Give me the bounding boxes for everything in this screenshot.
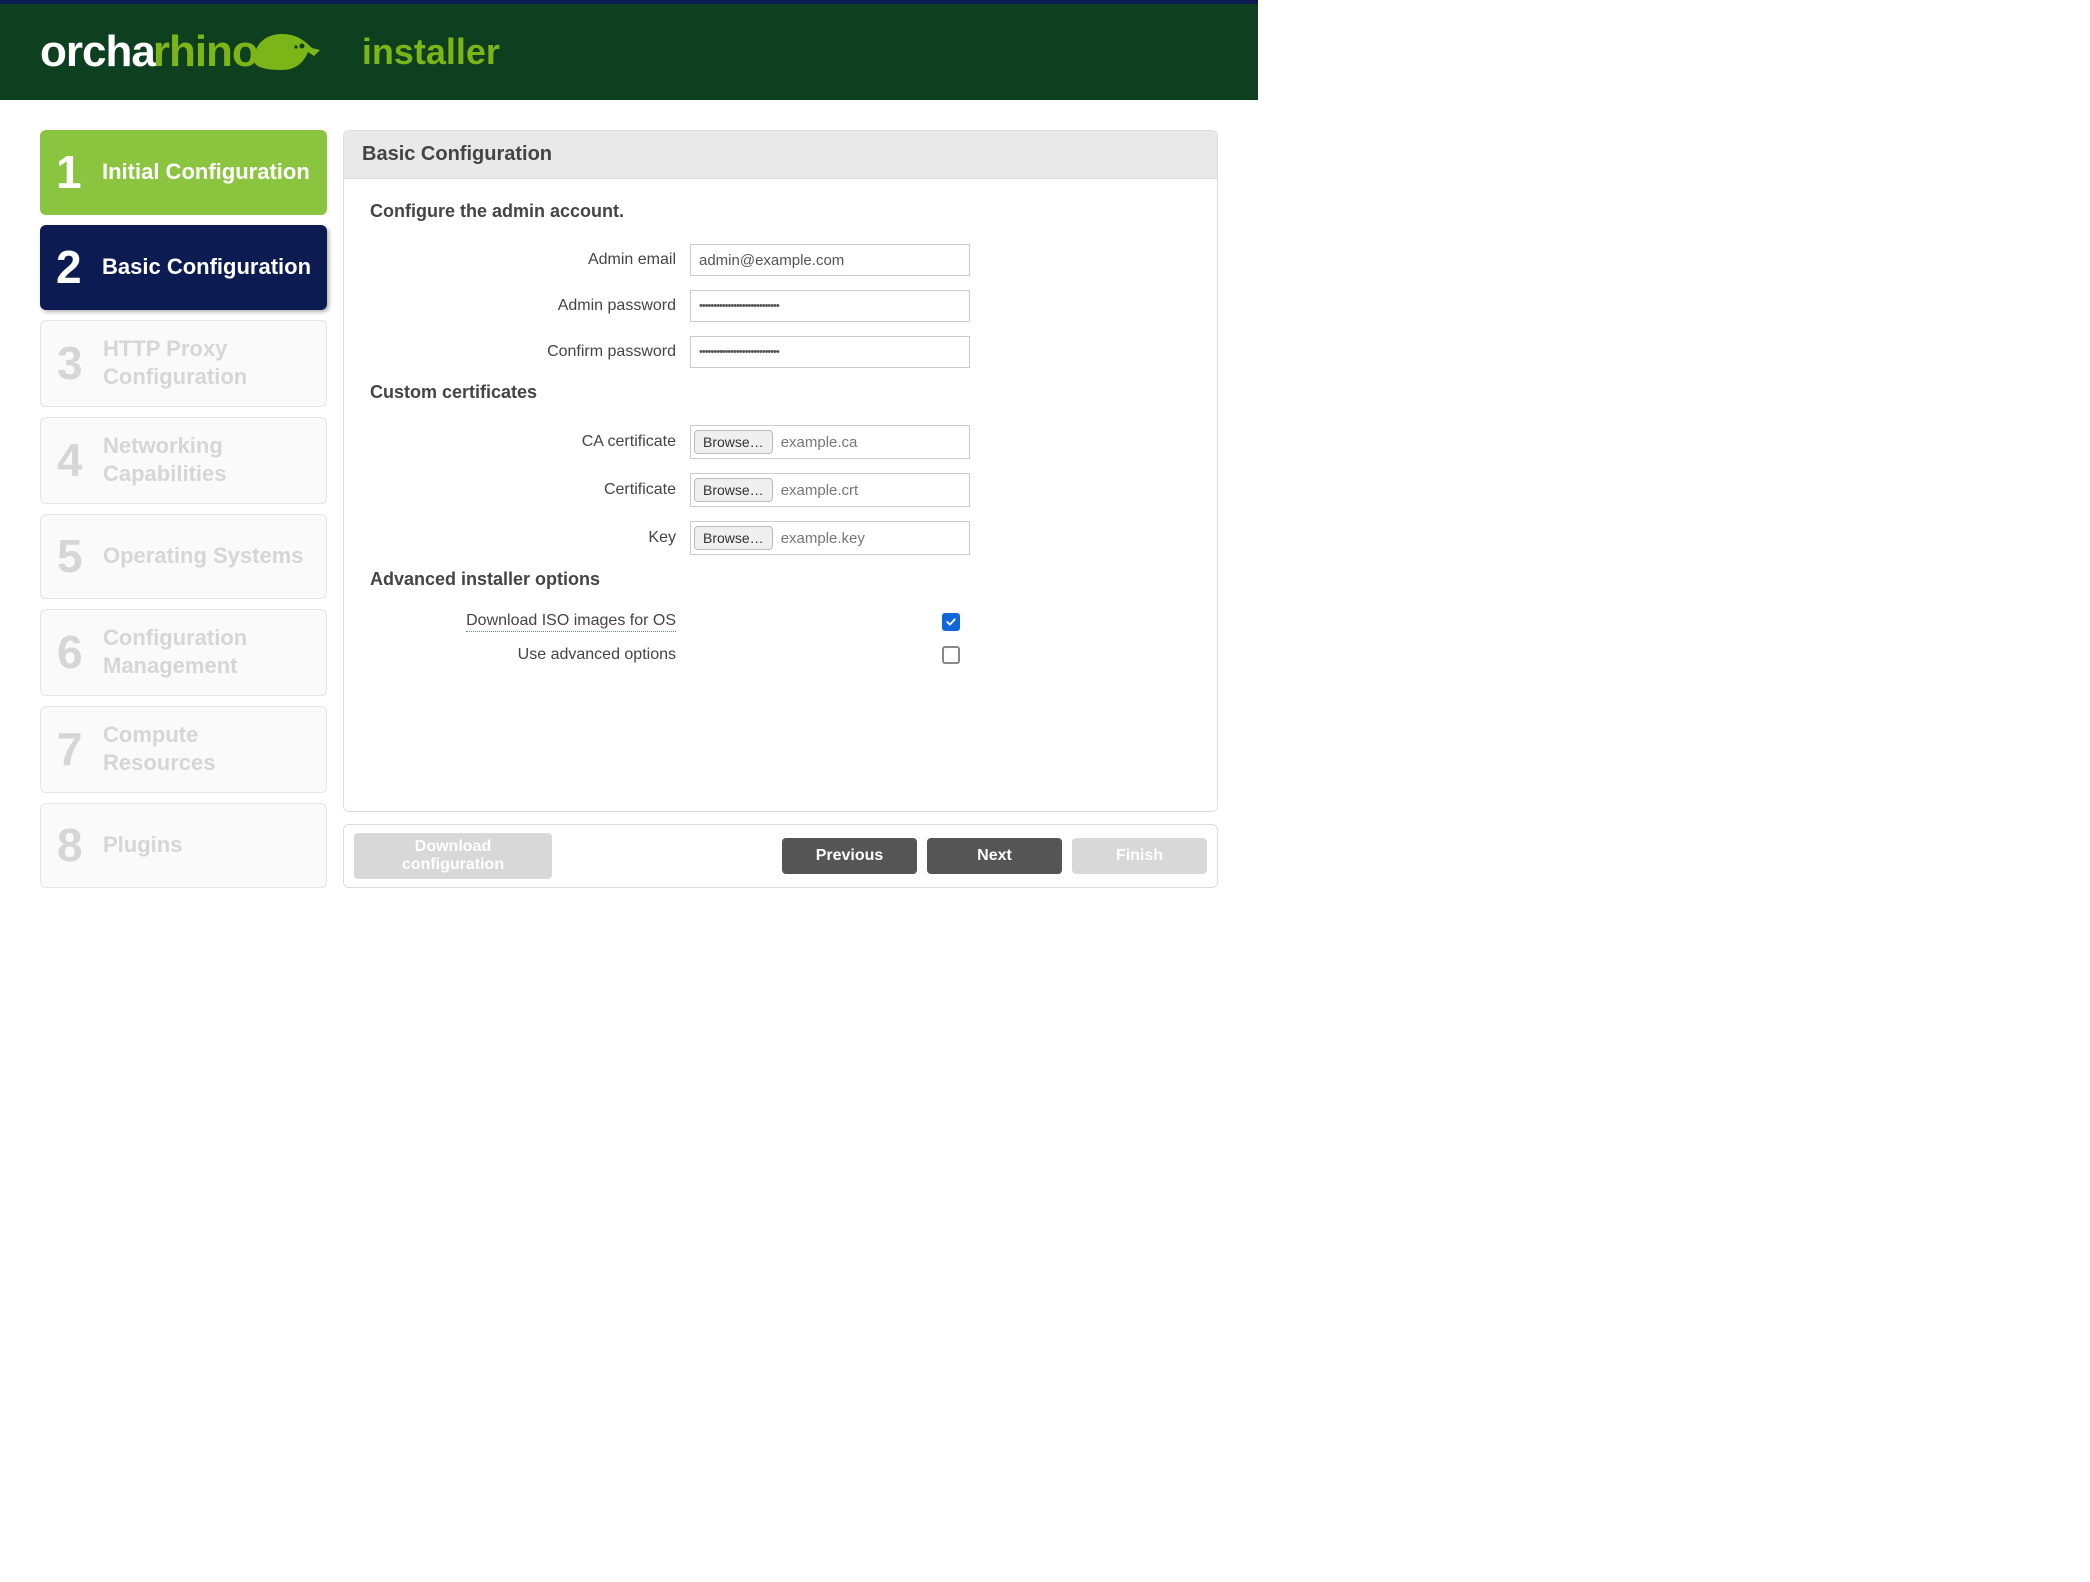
footer-bar: Download configuration Previous Next Fin… xyxy=(343,824,1218,888)
step-number: 4 xyxy=(57,437,91,483)
cert-section-title: Custom certificates xyxy=(370,382,1191,403)
brand-part1: orcha xyxy=(40,27,155,77)
step-1-initial-configuration[interactable]: 1 Initial Configuration xyxy=(40,130,327,215)
panel-title: Basic Configuration xyxy=(344,131,1217,179)
key-file-name: example.key xyxy=(781,530,865,547)
brand-part2: rhino xyxy=(153,27,258,77)
step-4-networking-capabilities[interactable]: 4 Networking Capabilities xyxy=(40,417,327,504)
ca-certificate-file-name: example.ca xyxy=(781,434,858,451)
browse-button[interactable]: Browse… xyxy=(694,430,773,454)
admin-section-title: Configure the admin account. xyxy=(370,201,1191,222)
ca-certificate-label: CA certificate xyxy=(370,433,690,451)
certificate-file-name: example.crt xyxy=(781,482,859,499)
admin-email-label: Admin email xyxy=(370,251,690,269)
step-2-basic-configuration[interactable]: 2 Basic Configuration xyxy=(40,225,327,310)
step-number: 5 xyxy=(57,533,91,579)
logo: orcharhino installer xyxy=(40,27,500,77)
use-advanced-checkbox[interactable] xyxy=(942,646,960,664)
step-label: HTTP Proxy Configuration xyxy=(103,335,310,390)
key-label: Key xyxy=(370,529,690,547)
step-label: Configuration Management xyxy=(103,624,310,679)
step-label: Initial Configuration xyxy=(102,158,310,186)
admin-password-input[interactable] xyxy=(690,290,970,322)
step-number: 2 xyxy=(56,244,90,290)
step-6-configuration-management[interactable]: 6 Configuration Management xyxy=(40,609,327,696)
step-number: 7 xyxy=(57,726,91,772)
step-7-compute-resources[interactable]: 7 Compute Resources xyxy=(40,706,327,793)
step-label: Plugins xyxy=(103,831,182,859)
previous-button[interactable]: Previous xyxy=(782,838,917,874)
installer-label: installer xyxy=(362,31,500,73)
rhino-icon xyxy=(252,30,322,74)
confirm-password-label: Confirm password xyxy=(370,343,690,361)
download-configuration-button[interactable]: Download configuration xyxy=(354,833,552,879)
step-label: Basic Configuration xyxy=(102,253,311,281)
header-bar: orcharhino installer xyxy=(0,4,1258,100)
download-iso-checkbox[interactable] xyxy=(942,613,960,631)
use-advanced-label: Use advanced options xyxy=(370,646,690,664)
step-number: 1 xyxy=(56,149,90,195)
download-iso-label[interactable]: Download ISO images for OS xyxy=(466,612,676,632)
step-number: 8 xyxy=(57,822,91,868)
browse-button[interactable]: Browse… xyxy=(694,478,773,502)
step-8-plugins[interactable]: 8 Plugins xyxy=(40,803,327,888)
main-panel: Basic Configuration Configure the admin … xyxy=(343,130,1218,812)
step-label: Networking Capabilities xyxy=(103,432,310,487)
next-button[interactable]: Next xyxy=(927,838,1062,874)
confirm-password-input[interactable] xyxy=(690,336,970,368)
certificate-file-input[interactable]: Browse… example.crt xyxy=(690,473,970,507)
wizard-sidebar: 1 Initial Configuration 2 Basic Configur… xyxy=(40,130,327,888)
admin-email-input[interactable] xyxy=(690,244,970,276)
advanced-section-title: Advanced installer options xyxy=(370,569,1191,590)
step-label: Compute Resources xyxy=(103,721,310,776)
step-3-http-proxy-configuration[interactable]: 3 HTTP Proxy Configuration xyxy=(40,320,327,407)
browse-button[interactable]: Browse… xyxy=(694,526,773,550)
key-file-input[interactable]: Browse… example.key xyxy=(690,521,970,555)
finish-button[interactable]: Finish xyxy=(1072,838,1207,874)
step-5-operating-systems[interactable]: 5 Operating Systems xyxy=(40,514,327,599)
certificate-label: Certificate xyxy=(370,481,690,499)
step-number: 3 xyxy=(57,340,91,386)
ca-certificate-file-input[interactable]: Browse… example.ca xyxy=(690,425,970,459)
admin-password-label: Admin password xyxy=(370,297,690,315)
step-label: Operating Systems xyxy=(103,542,304,570)
step-number: 6 xyxy=(57,629,91,675)
